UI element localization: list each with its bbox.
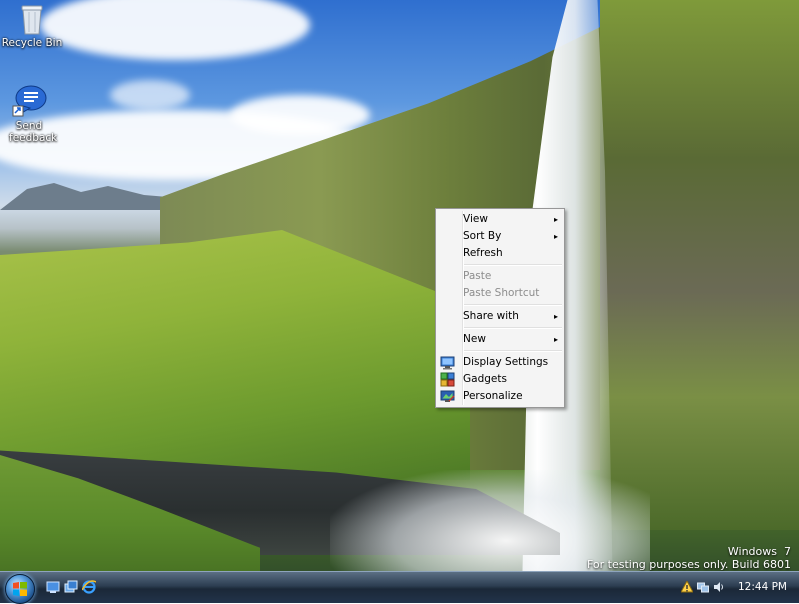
display-settings-icon bbox=[440, 355, 455, 370]
gadgets-icon bbox=[440, 372, 455, 387]
menu-item-label: Share with bbox=[463, 310, 519, 322]
menu-item-label: Sort By bbox=[463, 230, 502, 242]
menu-item-paste[interactable]: Paste bbox=[436, 268, 564, 285]
desktop-context-menu: View ▸ Sort By ▸ Refresh Paste Paste Sho… bbox=[435, 208, 565, 408]
menu-separator bbox=[463, 264, 562, 266]
start-button[interactable] bbox=[5, 574, 35, 604]
feedback-icon bbox=[11, 84, 47, 118]
menu-separator bbox=[463, 304, 562, 306]
desktop-icon-send-feedback[interactable]: Send feedback bbox=[0, 84, 61, 144]
notification-area: 12:44 PM bbox=[675, 572, 799, 603]
submenu-arrow-icon: ▸ bbox=[553, 232, 558, 241]
menu-item-new[interactable]: New ▸ bbox=[436, 331, 564, 348]
taskbar: 12:44 PM bbox=[0, 571, 799, 604]
recycle-bin-icon bbox=[19, 3, 45, 35]
menu-item-gadgets[interactable]: Gadgets bbox=[436, 371, 564, 388]
menu-item-paste-shortcut[interactable]: Paste Shortcut bbox=[436, 285, 564, 302]
volume-icon[interactable] bbox=[713, 581, 725, 593]
menu-item-label: Gadgets bbox=[463, 373, 507, 385]
desktop-icon-label: Send feedback bbox=[9, 120, 58, 144]
menu-item-label: Display Settings bbox=[463, 356, 549, 368]
internet-explorer-icon[interactable] bbox=[81, 580, 97, 594]
desktop-icon-label: Recycle Bin bbox=[1, 37, 63, 49]
desktop-icon-recycle-bin[interactable]: Recycle Bin bbox=[0, 3, 64, 49]
windows-logo-icon bbox=[13, 581, 27, 597]
menu-item-sort-by[interactable]: Sort By ▸ bbox=[436, 228, 564, 245]
menu-item-view[interactable]: View ▸ bbox=[436, 211, 564, 228]
show-desktop-icon[interactable] bbox=[46, 580, 60, 594]
submenu-arrow-icon: ▸ bbox=[553, 215, 558, 224]
switch-windows-icon[interactable] bbox=[64, 580, 78, 594]
menu-item-refresh[interactable]: Refresh bbox=[436, 245, 564, 262]
personalize-icon bbox=[440, 389, 455, 404]
wallpaper-mountains bbox=[0, 183, 180, 210]
menu-item-display-settings[interactable]: Display Settings bbox=[436, 354, 564, 371]
menu-separator bbox=[463, 327, 562, 329]
menu-item-label: Refresh bbox=[463, 247, 503, 259]
menu-item-share-with[interactable]: Share with ▸ bbox=[436, 308, 564, 325]
wallpaper-cloud bbox=[230, 95, 370, 135]
network-icon[interactable] bbox=[697, 581, 709, 593]
build-watermark: Windows 7 For testing purposes only. Bui… bbox=[587, 545, 791, 571]
menu-item-label: Paste Shortcut bbox=[463, 287, 540, 299]
system-clock[interactable]: 12:44 PM bbox=[738, 581, 787, 593]
menu-item-label: New bbox=[463, 333, 486, 345]
menu-item-label: Personalize bbox=[463, 390, 523, 402]
watermark-os-name: Windows 7 bbox=[727, 545, 791, 558]
menu-item-personalize[interactable]: Personalize bbox=[436, 388, 564, 405]
watermark-build-text: For testing purposes only. Build 6801 bbox=[586, 558, 791, 571]
wallpaper-right-cliff bbox=[600, 0, 799, 530]
desktop-wallpaper[interactable] bbox=[0, 0, 799, 571]
menu-separator bbox=[463, 350, 562, 352]
action-center-icon[interactable] bbox=[680, 579, 694, 593]
menu-item-label: View bbox=[463, 213, 488, 225]
submenu-arrow-icon: ▸ bbox=[553, 312, 558, 321]
submenu-arrow-icon: ▸ bbox=[553, 335, 558, 344]
wallpaper-cloud bbox=[110, 80, 190, 110]
wallpaper-cloud bbox=[40, 0, 310, 60]
menu-item-label: Paste bbox=[463, 270, 492, 282]
